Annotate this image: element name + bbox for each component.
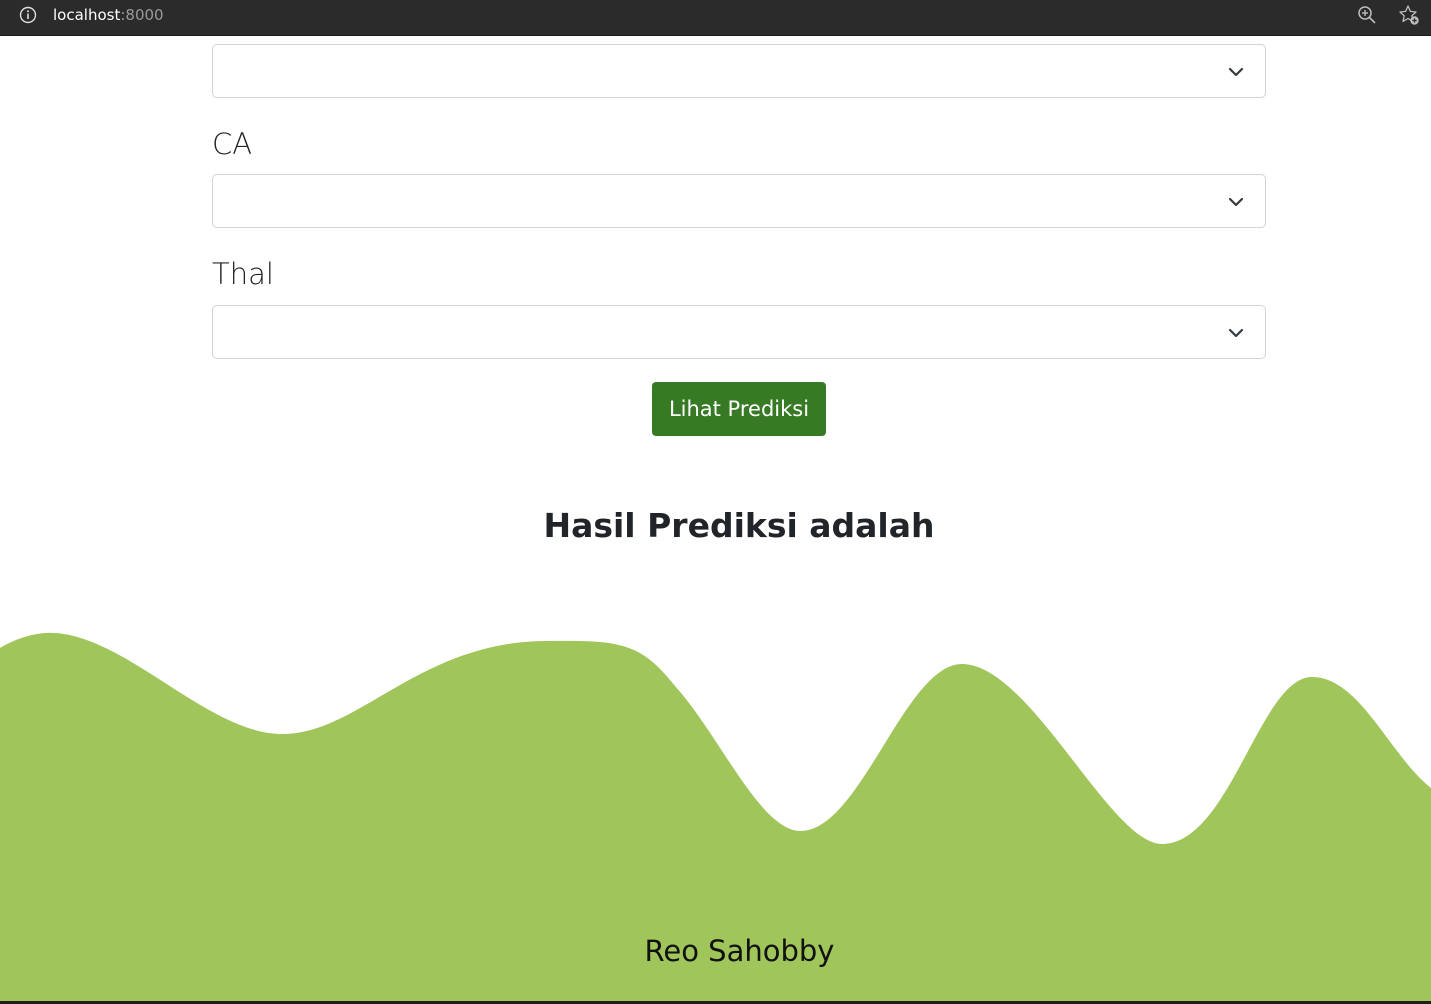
- browser-toolbar: localhost:8000: [0, 0, 1431, 36]
- zoom-icon[interactable]: [1357, 5, 1377, 25]
- footer-author: Reo Sahobby: [644, 934, 835, 968]
- top-select-field[interactable]: [212, 44, 1266, 98]
- page-content: CA Thal Lihat Prediksi Hasil Prediksi ad…: [0, 36, 1431, 1004]
- ca-select[interactable]: [212, 174, 1266, 228]
- info-icon[interactable]: [19, 6, 37, 24]
- chevron-down-icon: [1228, 67, 1244, 77]
- chevron-down-icon: [1228, 197, 1244, 207]
- chevron-down-icon: [1228, 328, 1244, 338]
- result-heading: Hasil Prediksi adalah: [543, 506, 935, 545]
- lihat-prediksi-button[interactable]: Lihat Prediksi: [652, 382, 826, 436]
- ca-label: CA: [212, 127, 253, 161]
- thal-label: Thal: [212, 257, 274, 291]
- add-favorite-icon[interactable]: [1398, 4, 1420, 26]
- url-port: :8000: [120, 6, 164, 24]
- thal-select[interactable]: [212, 305, 1266, 359]
- address-bar[interactable]: localhost:8000: [53, 6, 164, 24]
- url-host: localhost: [53, 6, 121, 24]
